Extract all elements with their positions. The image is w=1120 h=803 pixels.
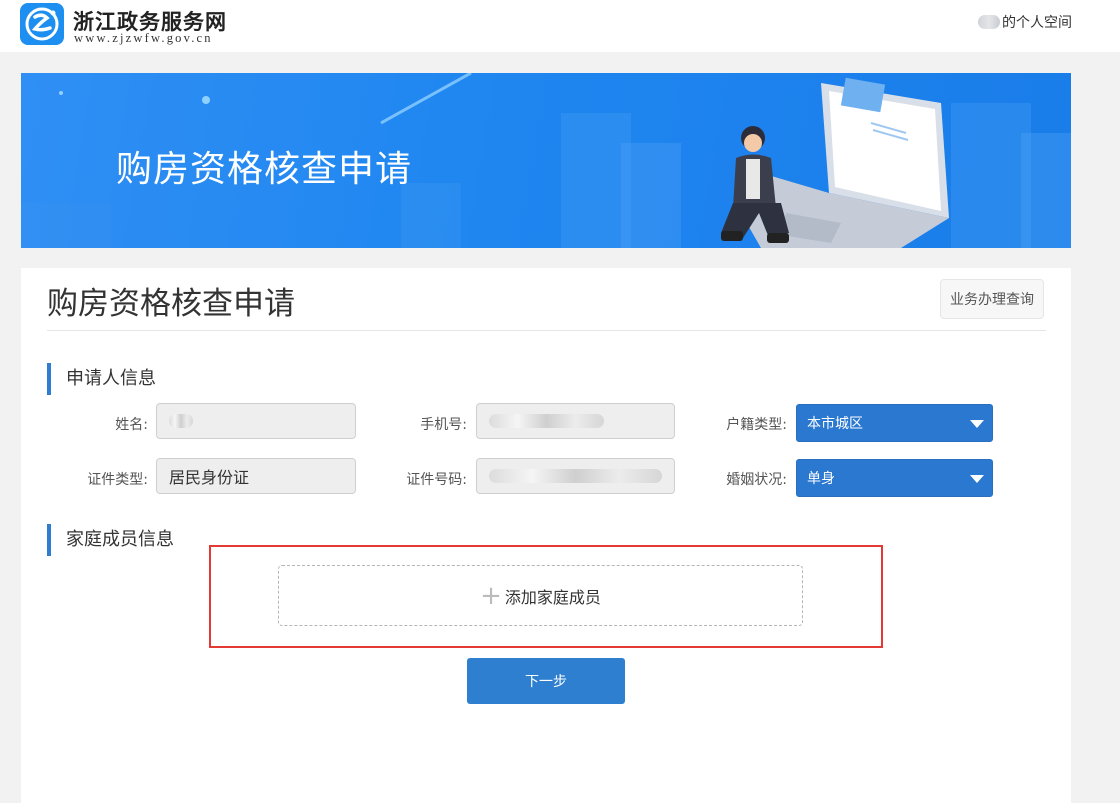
family-section-title: 家庭成员信息 bbox=[47, 524, 174, 556]
id-type-label: 证件类型: bbox=[87, 472, 148, 488]
site-url: www.zjzwfw.gov.cn bbox=[74, 31, 213, 45]
page-title: 购房资格核查申请 bbox=[47, 286, 295, 322]
blurred-phone-value bbox=[489, 414, 604, 428]
user-space-link[interactable]: 的个人空间 bbox=[978, 12, 1072, 32]
id-type-value: 居民身份证 bbox=[169, 468, 250, 487]
household-type-select[interactable]: 本市城区 bbox=[796, 404, 993, 442]
banner-title: 购房资格核查申请 bbox=[116, 149, 413, 190]
applicant-section-title: 申请人信息 bbox=[47, 363, 156, 395]
add-family-member-button[interactable]: + 添加家庭成员 bbox=[278, 565, 803, 626]
blurred-id-number-value bbox=[489, 469, 662, 483]
household-type-value: 本市城区 bbox=[807, 416, 863, 432]
phone-label: 手机号: bbox=[420, 417, 467, 433]
user-space-label: 的个人空间 bbox=[1002, 15, 1072, 31]
plus-icon: + bbox=[480, 580, 502, 611]
zj-logo-icon[interactable] bbox=[20, 3, 64, 45]
id-number-input[interactable] bbox=[476, 458, 675, 494]
marital-status-select[interactable]: 单身 bbox=[796, 459, 993, 497]
caret-down-icon bbox=[970, 475, 984, 483]
marital-status-label: 婚姻状况: bbox=[726, 472, 787, 488]
title-divider bbox=[47, 330, 1046, 331]
phone-input[interactable] bbox=[476, 403, 675, 439]
name-label: 姓名: bbox=[115, 417, 148, 433]
business-query-button[interactable]: 业务办理查询 bbox=[940, 279, 1044, 319]
add-family-member-label: 添加家庭成员 bbox=[504, 587, 601, 607]
main-panel: 购房资格核查申请 业务办理查询 申请人信息 姓名: 手机号: 户籍类型: 本市城… bbox=[21, 268, 1071, 803]
blurred-name-value bbox=[169, 414, 193, 428]
banner: 购房资格核查申请 bbox=[21, 73, 1071, 248]
blurred-username bbox=[978, 15, 1000, 29]
id-number-label: 证件号码: bbox=[406, 472, 467, 488]
top-header: 浙江政务服务网 www.zjzwfw.gov.cn 的个人空间 bbox=[0, 0, 1120, 52]
household-type-label: 户籍类型: bbox=[726, 417, 787, 433]
id-type-input[interactable]: 居民身份证 bbox=[156, 458, 356, 494]
caret-down-icon bbox=[970, 420, 984, 428]
marital-status-value: 单身 bbox=[807, 471, 835, 487]
name-input[interactable] bbox=[156, 403, 356, 439]
next-step-button[interactable]: 下一步 bbox=[467, 658, 625, 704]
